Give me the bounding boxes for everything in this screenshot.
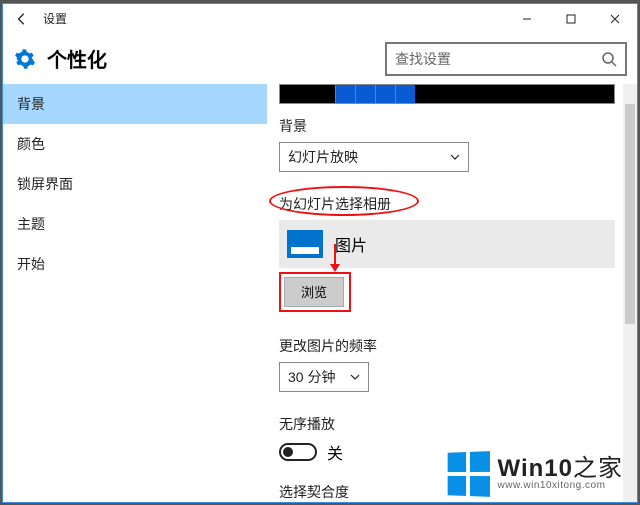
shuffle-toggle[interactable]: 关 xyxy=(279,440,629,464)
fit-label: 选择契合度 xyxy=(279,482,629,502)
sidebar-item-lockscreen[interactable]: 锁屏界面 xyxy=(3,164,267,204)
title-bar: 设置 xyxy=(3,4,637,34)
sidebar-item-label: 开始 xyxy=(17,254,45,274)
annotation-box: 浏览 xyxy=(279,272,351,312)
album-folder-name: 图片 xyxy=(335,232,367,256)
sidebar-item-label: 主题 xyxy=(17,214,45,234)
settings-window: 设置 个性化 查找设置 背景 颜色 锁屏界面 主题 xyxy=(2,3,638,503)
frequency-dropdown[interactable]: 30 分钟 xyxy=(279,362,369,392)
window-controls xyxy=(505,4,637,34)
dropdown-value: 30 分钟 xyxy=(288,367,335,387)
background-mode-dropdown[interactable]: 幻灯片放映 xyxy=(279,142,469,172)
page-header: 个性化 查找设置 xyxy=(3,34,637,84)
maximize-button[interactable] xyxy=(549,4,593,34)
close-button[interactable] xyxy=(593,4,637,34)
search-icon xyxy=(601,51,617,67)
body: 背景 颜色 锁屏界面 主题 开始 背景 幻灯片放映 为幻灯片选择相册 xyxy=(3,84,637,502)
scrollbar-thumb[interactable] xyxy=(625,104,635,324)
back-button[interactable] xyxy=(9,6,35,32)
background-label: 背景 xyxy=(279,116,629,136)
content-pane: 背景 幻灯片放映 为幻灯片选择相册 图片 xyxy=(267,84,637,502)
sidebar-item-label: 锁屏界面 xyxy=(17,174,73,194)
dropdown-value: 幻灯片放映 xyxy=(288,147,358,167)
window-title: 设置 xyxy=(35,10,67,27)
sidebar-item-label: 背景 xyxy=(17,94,45,114)
search-input[interactable]: 查找设置 xyxy=(385,42,627,76)
toggle-state-text: 关 xyxy=(327,440,343,464)
album-label: 为幻灯片选择相册 xyxy=(279,194,629,214)
chevron-down-icon xyxy=(350,372,360,382)
search-placeholder: 查找设置 xyxy=(395,49,601,69)
browse-button-label: 浏览 xyxy=(301,282,327,301)
browse-button[interactable]: 浏览 xyxy=(284,277,344,307)
gear-icon xyxy=(13,47,37,71)
toggle-thumb xyxy=(283,447,293,457)
sidebar-item-background[interactable]: 背景 xyxy=(3,84,267,124)
album-folder-row[interactable]: 图片 xyxy=(279,220,615,268)
folder-icon xyxy=(287,230,323,258)
sidebar-item-themes[interactable]: 主题 xyxy=(3,204,267,244)
sidebar-item-colors[interactable]: 颜色 xyxy=(3,124,267,164)
chevron-down-icon xyxy=(450,152,460,162)
shuffle-label: 无序播放 xyxy=(279,414,629,434)
page-title: 个性化 xyxy=(47,44,107,73)
minimize-button[interactable] xyxy=(505,4,549,34)
sidebar-item-label: 颜色 xyxy=(17,134,45,154)
toggle-track xyxy=(279,443,317,461)
sidebar: 背景 颜色 锁屏界面 主题 开始 xyxy=(3,84,267,502)
frequency-label: 更改图片的频率 xyxy=(279,336,629,356)
preview-thumbnail xyxy=(279,84,615,104)
vertical-scrollbar[interactable] xyxy=(623,84,637,502)
sidebar-item-start[interactable]: 开始 xyxy=(3,244,267,284)
